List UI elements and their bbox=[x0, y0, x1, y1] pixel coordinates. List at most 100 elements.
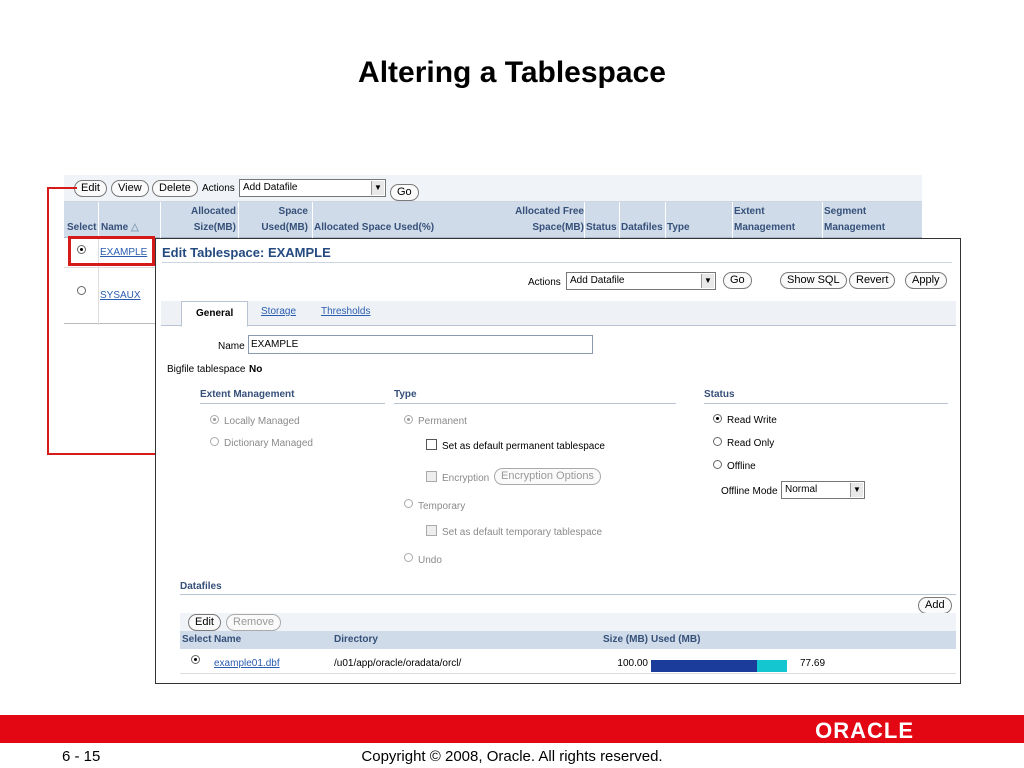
col-space-used-1: Space bbox=[278, 206, 308, 217]
edit-datafile-button[interactable]: Edit bbox=[188, 614, 221, 631]
df-col-select: Select bbox=[182, 634, 212, 645]
go-button[interactable]: Go bbox=[390, 184, 419, 201]
show-sql-button[interactable]: Show SQL bbox=[780, 272, 847, 289]
name-label: Name bbox=[218, 341, 245, 352]
edit-tablespace-panel: Edit Tablespace: EXAMPLE Actions Add Dat… bbox=[155, 238, 961, 684]
default-permanent-label: Set as default permanent tablespace bbox=[442, 441, 605, 452]
df-col-name: Name bbox=[214, 634, 242, 645]
table-row: example01.dbf /u01/app/oracle/oradata/or… bbox=[180, 650, 956, 674]
actions-select-value: Add Datafile bbox=[570, 275, 625, 286]
remove-datafile-button[interactable]: Remove bbox=[226, 614, 281, 631]
highlight-box bbox=[68, 236, 155, 266]
permanent-radio[interactable] bbox=[404, 415, 413, 424]
used-space-bar bbox=[651, 660, 757, 672]
col-extent-management-1: Extent bbox=[734, 206, 765, 217]
col-type: Type bbox=[667, 222, 690, 233]
actions-select[interactable]: Add Datafile ▼ bbox=[566, 272, 716, 290]
default-temporary-checkbox[interactable] bbox=[426, 525, 437, 536]
bigfile-label: Bigfile tablespace bbox=[167, 364, 246, 375]
actions-label: Actions bbox=[528, 277, 561, 288]
edit-button[interactable]: Edit bbox=[74, 180, 107, 197]
callout-line bbox=[47, 187, 49, 454]
df-col-directory: Directory bbox=[334, 634, 378, 645]
actions-label: Actions bbox=[202, 183, 235, 194]
datafiles-heading: Datafiles bbox=[180, 581, 222, 592]
status-heading: Status bbox=[704, 389, 735, 400]
sort-asc-icon: △ bbox=[131, 222, 139, 233]
apply-button[interactable]: Apply bbox=[905, 272, 947, 289]
read-only-radio[interactable] bbox=[713, 437, 722, 446]
offline-radio[interactable] bbox=[713, 460, 722, 469]
row-select-radio[interactable] bbox=[77, 286, 86, 295]
offline-mode-select[interactable]: Normal ▼ bbox=[781, 481, 865, 499]
callout-line bbox=[47, 453, 157, 455]
chevron-down-icon: ▼ bbox=[850, 483, 863, 497]
page-title: Edit Tablespace: EXAMPLE bbox=[162, 245, 331, 260]
encryption-options-button[interactable]: Encryption Options bbox=[494, 468, 601, 485]
offline-mode-label: Offline Mode bbox=[721, 486, 778, 497]
col-allocated-space-used-pct: Allocated Space Used(%) bbox=[314, 222, 435, 233]
temporary-label: Temporary bbox=[418, 501, 466, 512]
add-datafile-button[interactable]: Add bbox=[918, 597, 952, 614]
list-header: Select Name △ Allocated Size(MB) Space U… bbox=[64, 202, 922, 238]
name-field[interactable]: EXAMPLE bbox=[248, 335, 593, 354]
copyright: Copyright © 2008, Oracle. All rights res… bbox=[361, 748, 663, 765]
datafile-select-radio[interactable] bbox=[191, 655, 200, 664]
offline-label: Offline bbox=[727, 461, 756, 472]
read-write-radio[interactable] bbox=[713, 414, 722, 423]
dictionary-managed-radio[interactable] bbox=[210, 437, 219, 446]
default-permanent-checkbox[interactable] bbox=[426, 439, 437, 450]
permanent-label: Permanent bbox=[418, 416, 467, 427]
col-allocated-free-1: Allocated Free bbox=[515, 206, 584, 217]
col-select: Select bbox=[67, 222, 97, 233]
table-row: SYSAUX bbox=[64, 268, 160, 324]
slide-title: Altering a Tablespace bbox=[358, 56, 666, 89]
datafiles-header: Select Name Directory Size (MB) Used (MB… bbox=[180, 631, 956, 649]
actions-select[interactable]: Add Datafile ▼ bbox=[239, 179, 386, 197]
col-name[interactable]: Name △ bbox=[101, 220, 139, 236]
undo-label: Undo bbox=[418, 555, 442, 566]
offline-mode-value: Normal bbox=[785, 484, 818, 495]
delete-button[interactable]: Delete bbox=[152, 180, 198, 197]
chevron-down-icon: ▼ bbox=[701, 274, 714, 288]
tab-storage[interactable]: Storage bbox=[261, 306, 296, 317]
col-allocated-size-1: Allocated bbox=[190, 206, 236, 217]
view-button[interactable]: View bbox=[111, 180, 149, 197]
callout-line bbox=[47, 187, 77, 189]
tab-bar: General Storage Thresholds bbox=[161, 301, 956, 327]
locally-managed-label: Locally Managed bbox=[224, 416, 300, 427]
col-segment-management-2: Management bbox=[824, 222, 886, 233]
locally-managed-radio[interactable] bbox=[210, 415, 219, 424]
df-col-size: Size (MB) bbox=[603, 634, 648, 645]
free-space-bar bbox=[757, 660, 787, 672]
col-extent-management-2: Management bbox=[734, 222, 796, 233]
chevron-down-icon: ▼ bbox=[371, 181, 384, 195]
tablespace-link-sysaux[interactable]: SYSAUX bbox=[100, 290, 141, 301]
undo-radio[interactable] bbox=[404, 553, 413, 562]
bigfile-value: No bbox=[249, 364, 263, 375]
datafile-link[interactable]: example01.dbf bbox=[214, 658, 280, 669]
col-allocated-free-2: Space(MB) bbox=[532, 222, 584, 233]
encryption-checkbox[interactable] bbox=[426, 471, 437, 482]
revert-button[interactable]: Revert bbox=[849, 272, 896, 289]
read-write-label: Read Write bbox=[727, 415, 777, 426]
type-heading: Type bbox=[394, 389, 417, 400]
temporary-radio[interactable] bbox=[404, 499, 413, 508]
list-toolbar: Edit View Delete Actions Add Datafile ▼ … bbox=[64, 175, 922, 202]
datafiles-toolbar: Edit Remove bbox=[180, 613, 956, 631]
read-only-label: Read Only bbox=[727, 438, 775, 449]
extent-management-heading: Extent Management bbox=[200, 389, 295, 400]
col-space-used-2: Used(MB) bbox=[261, 222, 308, 233]
datafile-size: 100.00 bbox=[617, 658, 648, 669]
col-status: Status bbox=[586, 222, 617, 233]
dictionary-managed-label: Dictionary Managed bbox=[224, 438, 313, 449]
tab-thresholds[interactable]: Thresholds bbox=[321, 306, 370, 317]
go-button[interactable]: Go bbox=[723, 272, 752, 289]
default-temporary-label: Set as default temporary tablespace bbox=[442, 527, 603, 538]
tab-general[interactable]: General bbox=[181, 301, 249, 327]
oracle-logo: ORACLE bbox=[815, 718, 914, 743]
df-col-used: Used (MB) bbox=[651, 634, 701, 645]
datafile-directory: /u01/app/oracle/oradata/orcl/ bbox=[334, 658, 462, 669]
col-segment-management-1: Segment bbox=[824, 206, 867, 217]
datafile-used: 77.69 bbox=[800, 658, 826, 669]
